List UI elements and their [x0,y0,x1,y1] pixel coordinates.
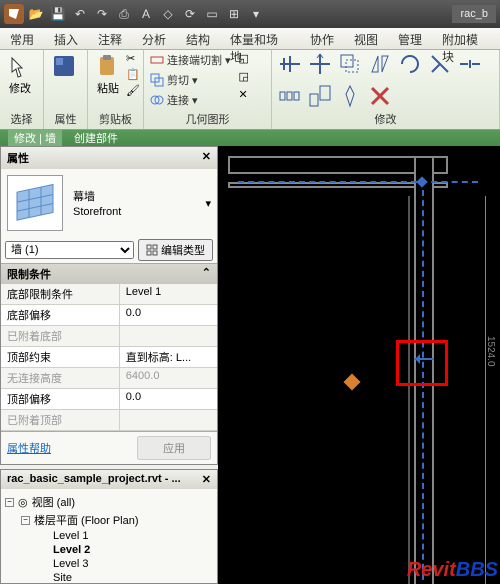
move-icon[interactable] [308,52,332,76]
section-constraints: 限制条件 [7,266,51,282]
collapse-icon[interactable]: − [5,498,14,507]
tag-icon[interactable]: ◇ [158,4,178,24]
text-icon[interactable]: A [136,4,156,24]
scale-icon[interactable] [308,84,332,108]
rotate-icon[interactable] [398,52,422,76]
save-icon[interactable]: 💾 [48,4,68,24]
views-root[interactable]: 视图 (all) [32,494,75,510]
browser-title: rac_basic_sample_project.rvt - ... [7,473,181,486]
watermark: RevitBBS [407,559,498,582]
pin-icon[interactable] [338,84,362,108]
group-props-label: 属性 [50,109,81,127]
undo-icon[interactable]: ↶ [70,4,90,24]
group-geom-label: 几何图形 [150,109,265,127]
tree-item-level2[interactable]: Level 2 [53,544,90,556]
contextual-tab-bar: 修改 | 墙 创建部件 [0,130,500,146]
delete-icon[interactable] [368,84,392,108]
tree-item-site[interactable]: Site [53,572,72,584]
match-icon[interactable]: 🖌 [126,84,140,98]
offset-icon[interactable] [338,52,362,76]
property-row: 顶部偏移0.0 [1,389,217,410]
property-row: 已附着顶部 [1,410,217,431]
align-icon[interactable] [278,52,302,76]
properties-panel: 属性 ✕ 幕墙 Storefront ▾ 墙 (1) 编辑类型 限制条件 ⌃ 底部限… [0,146,218,465]
dimension-text[interactable]: 1524.0 [485,336,496,367]
open-icon[interactable]: 📂 [26,4,46,24]
contextual-active[interactable]: 修改 | 墙 [8,129,62,147]
dropdown-icon[interactable]: ▾ [246,4,266,24]
property-row: 底部偏移0.0 [1,305,217,326]
flip-arrow-icon[interactable] [410,354,420,364]
edit-type-button[interactable]: 编辑类型 [138,239,213,261]
contextual-other[interactable]: 创建部件 [74,130,118,146]
tree-item-level3[interactable]: Level 3 [53,558,88,570]
ribbon-tab-manage[interactable]: 管理 [388,28,432,49]
quick-access-toolbar: 📂 💾 ↶ ↷ ⎙ A ◇ ⟳ ▭ ⊞ ▾ rac_b [0,0,500,28]
apply-button[interactable]: 应用 [137,436,211,460]
close-icon[interactable]: ✕ [202,473,211,486]
tree-item-level1[interactable]: Level 1 [53,530,88,542]
ribbon-tab-addins[interactable]: 附加模块 [432,28,500,49]
warning-marker-icon[interactable] [344,374,361,391]
project-browser: rac_basic_sample_project.rvt - ...✕ −◎视图… [0,469,218,584]
tree-root-icon: ◎ [18,496,28,509]
collapse-icon[interactable]: − [21,516,30,525]
copy-icon[interactable]: 📋 [126,68,140,82]
join-button[interactable]: 连接 ▾ [150,92,231,108]
paste-button[interactable]: 粘贴 [94,52,122,98]
properties-button[interactable] [50,52,78,80]
properties-grid: 限制条件 ⌃ 底部限制条件Level 1 底部偏移0.0 已附着底部 顶部约束直到… [1,263,217,431]
modify-button[interactable]: 修改 [6,52,34,98]
ribbon-tab-annotate[interactable]: 注释 [88,28,132,49]
print-icon[interactable]: ⎙ [114,4,134,24]
switch-window-icon[interactable]: ▭ [202,4,222,24]
close-hidden-icon[interactable]: ⊞ [224,4,244,24]
type-preview[interactable] [7,175,63,231]
floorplan-node[interactable]: 楼层平面 (Floor Plan) [34,512,139,528]
cut-geom-button[interactable]: 剪切 ▾ [150,72,231,88]
drawing-viewport[interactable]: 1524.0 [218,146,500,584]
ribbon-panel: 修改 选择 属性 粘贴 ✂ 📋 🖌 剪贴板 连接端切割 ▾ 剪切 ▾ 连接 ▾ ◱ ◲… [0,50,500,130]
type-sub: Storefront [73,206,121,218]
ribbon-tab-massing[interactable]: 体量和场地 [220,28,300,49]
property-row: 底部限制条件Level 1 [1,284,217,305]
property-row: 无连接高度6400.0 [1,368,217,389]
ribbon-tab-analyze[interactable]: 分析 [132,28,176,49]
trim-icon[interactable] [428,52,452,76]
group-modify-label: 修改 [278,109,493,127]
property-row: 已附着底部 [1,326,217,347]
geom-icon-2[interactable]: ◲ [239,70,253,84]
geom-icon-1[interactable]: ◱ [239,52,253,66]
filename-tab: rac_b [452,5,496,23]
group-clip-label: 剪贴板 [94,109,137,127]
ribbon-tab-home[interactable]: 常用 [0,28,44,49]
ribbon-tab-collaborate[interactable]: 协作 [300,28,344,49]
property-row: 顶部约束直到标高: L... [1,347,217,368]
group-select-label: 选择 [6,109,37,127]
geom-icon-3[interactable]: ✕ [239,88,253,102]
expand-icon[interactable]: ⌃ [202,266,211,282]
sync-icon[interactable]: ⟳ [180,4,200,24]
ribbon-tab-view[interactable]: 视图 [344,28,388,49]
highlight-box [396,340,448,386]
close-icon[interactable]: ✕ [202,150,211,166]
ribbon-tab-bar: 常用 插入 注释 分析 结构 体量和场地 协作 视图 管理 附加模块 [0,28,500,50]
ribbon-tab-structure[interactable]: 结构 [176,28,220,49]
properties-title: 属性 [7,150,29,166]
cut-icon[interactable]: ✂ [126,52,140,66]
redo-icon[interactable]: ↷ [92,4,112,24]
chevron-down-icon[interactable]: ▾ [205,197,211,210]
type-name: 幕墙 [73,188,121,204]
properties-help-link[interactable]: 属性帮助 [7,440,51,456]
ribbon-tab-insert[interactable]: 插入 [44,28,88,49]
cope-button[interactable]: 连接端切割 ▾ [150,52,231,68]
app-menu-button[interactable] [4,4,24,24]
mirror-icon[interactable] [368,52,392,76]
filter-selector[interactable]: 墙 (1) [5,241,134,259]
array-icon[interactable] [278,84,302,108]
split-icon[interactable] [458,52,482,76]
